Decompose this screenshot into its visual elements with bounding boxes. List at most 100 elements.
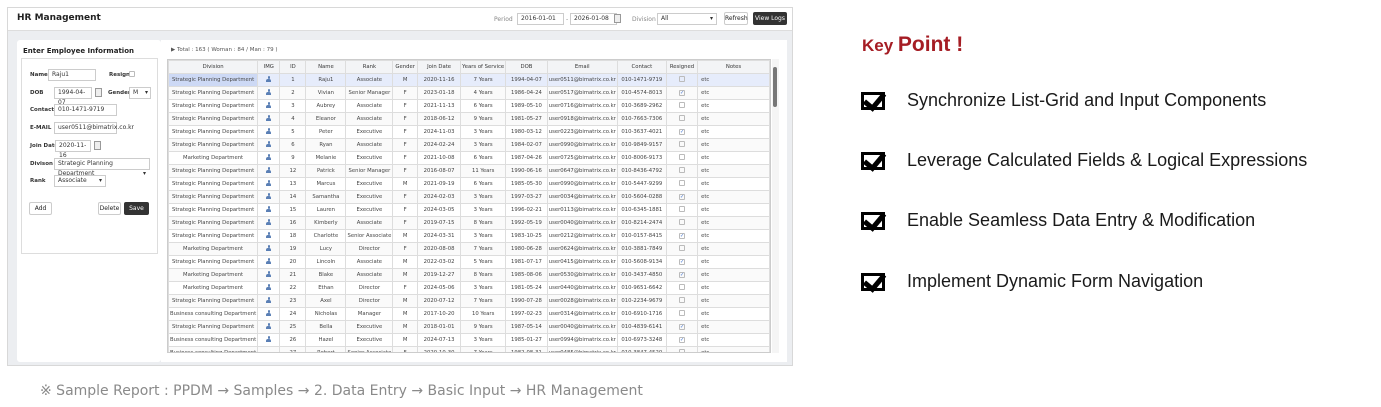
resigned-checkbox[interactable]: ✓ xyxy=(678,194,685,200)
name-input[interactable]: Raju1 xyxy=(48,69,96,81)
table-row[interactable]: Strategic Planning Department 25 Bella Exec… xyxy=(168,320,770,334)
table-row[interactable]: Business consulting Department 27 Robert Se… xyxy=(168,346,770,352)
name-label: Name xyxy=(30,72,48,78)
resigned-checkbox[interactable]: ✓ xyxy=(678,324,685,330)
resigned-checkbox[interactable] xyxy=(678,167,685,173)
resigned-checkbox[interactable] xyxy=(678,206,685,212)
resigned-checkbox[interactable] xyxy=(678,245,685,251)
table-row[interactable]: Strategic Planning Department 4 Eleanor Ass… xyxy=(168,112,770,126)
join-date-cell: 2024-03-31 xyxy=(416,229,462,243)
resigned-checkbox[interactable]: ✓ xyxy=(678,337,685,343)
table-row[interactable]: Strategic Planning Department 20 Lincoln As… xyxy=(168,255,770,269)
division-select[interactable]: Strategic Planning Department ▾ xyxy=(54,158,150,177)
column-header[interactable]: Division xyxy=(168,60,259,74)
join-date-cell: 2020-11-16 xyxy=(416,73,462,87)
table-row[interactable]: Strategic Planning Department 12 Patrick Se… xyxy=(168,164,770,178)
period-end-input[interactable]: 2026-01-08 xyxy=(570,13,617,25)
table-row[interactable]: Marketing Department 9 Melanie Executive F 20… xyxy=(168,151,770,165)
contact-input[interactable]: 010-1471-9719 xyxy=(54,104,117,116)
employee-form-panel: Enter Employee Information Name Raju1 Re… xyxy=(17,40,161,362)
table-row[interactable]: Strategic Planning Department 6 Ryan Associ… xyxy=(168,138,770,152)
resigned-checkbox[interactable] xyxy=(678,154,685,160)
table-row[interactable]: Marketing Department 19 Lucy Director F 2020-… xyxy=(168,242,770,256)
resigned-checkbox[interactable]: ✓ xyxy=(678,233,685,239)
join-date-cell: 2016-08-07 xyxy=(416,164,462,178)
column-header[interactable]: Contact xyxy=(616,60,667,74)
column-header[interactable]: IMG xyxy=(257,60,281,74)
resigned-checkbox[interactable]: ✓ xyxy=(678,90,685,96)
dob-cell: 1980-06-28 xyxy=(505,242,548,256)
table-row[interactable]: Strategic Planning Department 15 Lauren Exe… xyxy=(168,203,770,217)
resigned-checkbox[interactable]: ✓ xyxy=(678,129,685,135)
resigned-checkbox[interactable] xyxy=(678,349,685,352)
table-row[interactable]: Strategic Planning Department 23 Axel Direc… xyxy=(168,294,770,308)
view-logs-button[interactable]: View Logs xyxy=(753,12,787,25)
calendar-icon[interactable] xyxy=(94,141,101,150)
img-cell xyxy=(257,255,281,269)
table-row[interactable]: Business consulting Department 24 Nicholas… xyxy=(168,307,770,321)
period-start-input[interactable]: 2016-01-01 xyxy=(517,13,564,25)
delete-button[interactable]: Delete xyxy=(98,202,121,215)
grid-scrollbar[interactable] xyxy=(772,59,779,353)
notes-cell: etc xyxy=(697,138,770,152)
resigned-checkbox[interactable] xyxy=(678,115,685,121)
resigned-checkbox[interactable] xyxy=(678,310,685,316)
table-row[interactable]: Business consulting Department 26 Hazel Exe… xyxy=(168,333,770,347)
calendar-icon[interactable] xyxy=(614,14,621,23)
years-cell: 10 Years xyxy=(460,307,507,321)
column-header[interactable]: Notes xyxy=(697,60,770,74)
column-header[interactable]: Years of Service xyxy=(460,60,507,74)
id-cell: 1 xyxy=(279,73,307,87)
email-cell: user0028@bimatrix.co.kr xyxy=(546,294,618,308)
table-row[interactable]: Marketing Department 21 Blake Associate M 201… xyxy=(168,268,770,282)
column-header[interactable]: Name xyxy=(305,60,347,74)
table-row[interactable]: Strategic Planning Department 13 Marcus Exe… xyxy=(168,177,770,191)
column-header[interactable]: DOB xyxy=(505,60,548,74)
column-header[interactable]: Join Date xyxy=(416,60,462,74)
refresh-button[interactable]: Refresh xyxy=(724,12,748,25)
column-header[interactable]: Rank xyxy=(345,60,394,74)
column-header[interactable]: Gender xyxy=(392,60,418,74)
dob-input[interactable]: 1994-04-07 xyxy=(54,87,92,106)
resigned-checkbox[interactable] xyxy=(678,141,685,147)
resigned-checkbox[interactable] xyxy=(678,219,685,225)
id-cell: 2 xyxy=(279,86,307,100)
table-row[interactable]: Strategic Planning Department 5 Peter Execu… xyxy=(168,125,770,139)
column-header[interactable]: Email xyxy=(546,60,618,74)
resigned-checkbox[interactable] xyxy=(678,76,685,82)
column-header[interactable]: ID xyxy=(279,60,307,74)
id-cell: 26 xyxy=(279,333,307,347)
column-header[interactable]: Resigned xyxy=(665,60,699,74)
img-cell xyxy=(257,346,281,352)
division-select[interactable]: All ▾ xyxy=(657,13,717,25)
table-row[interactable]: Strategic Planning Department 1 Raju1 Assoc… xyxy=(168,73,770,87)
gender-select[interactable]: M ▾ xyxy=(129,87,151,99)
division-cell: Strategic Planning Department xyxy=(168,99,259,113)
table-row[interactable]: Strategic Planning Department 14 Samantha E… xyxy=(168,190,770,204)
resigned-checkbox[interactable]: ✓ xyxy=(678,272,685,278)
img-cell xyxy=(257,125,281,139)
add-button[interactable]: Add xyxy=(29,202,52,215)
resigned-checkbox[interactable] xyxy=(678,180,685,186)
notes-cell: etc xyxy=(697,242,770,256)
calendar-icon[interactable] xyxy=(95,88,102,97)
join-date-input[interactable]: 2020-11-16 xyxy=(55,140,91,159)
rank-select[interactable]: Associate ▾ xyxy=(54,175,106,187)
table-row[interactable]: Strategic Planning Department 18 Charlotte… xyxy=(168,229,770,243)
resigned-checkbox[interactable] xyxy=(678,284,685,290)
save-button[interactable]: Save xyxy=(124,202,149,215)
table-row[interactable]: Marketing Department 22 Ethan Director F 2024… xyxy=(168,281,770,295)
resign-checkbox[interactable] xyxy=(129,71,135,77)
table-row[interactable]: Strategic Planning Department 3 Aubrey Asso… xyxy=(168,99,770,113)
resigned-checkbox[interactable]: ✓ xyxy=(678,259,685,265)
table-row[interactable]: Strategic Planning Department 2 Vivian Seni… xyxy=(168,86,770,100)
employee-grid[interactable]: Division IMG ID Name Rank Gender Join Date Year… xyxy=(167,59,771,353)
dob-cell: 1994-04-07 xyxy=(505,73,548,87)
resigned-checkbox[interactable] xyxy=(678,102,685,108)
division-cell: Strategic Planning Department xyxy=(168,255,259,269)
scrollbar-thumb[interactable] xyxy=(773,67,777,107)
email-input[interactable]: user0511@bimatrix.co.kr xyxy=(54,122,134,134)
resigned-checkbox[interactable] xyxy=(678,297,685,303)
table-row[interactable]: Strategic Planning Department 16 Kimberly A… xyxy=(168,216,770,230)
dob-cell: 1985-05-30 xyxy=(505,177,548,191)
